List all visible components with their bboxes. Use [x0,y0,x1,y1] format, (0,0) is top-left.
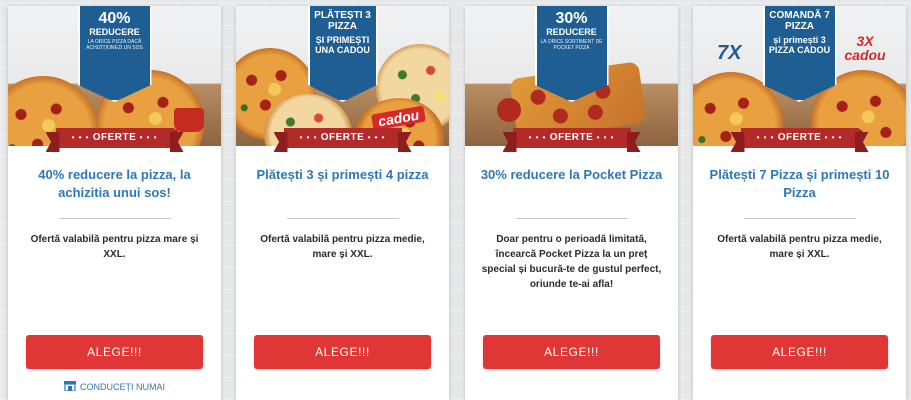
offer-description: Doar pentru o perioadă limitată, încearc… [481,234,662,290]
badge-subline: REDUCERE [89,27,140,37]
divider [515,218,628,219]
offer-description: Ofertă valabilă pentru pizza medie, mare… [260,234,425,260]
quantity-stamp: 7X [717,42,742,64]
offer-image[interactable]: 40% REDUCERE LA ORICE PIZZA DACĂ ACHIZIȚ… [8,6,221,146]
badge-headline: 40% [98,10,131,27]
offer-title[interactable]: Plătești 3 și primești 4 pizza [248,166,437,184]
sauce-cup-image [174,108,204,132]
offer-card-3: 30% REDUCERE LA ORICE SORTIMENT DE POCKE… [465,6,678,400]
offer-image[interactable]: 7X 3X cadou COMANDĂ 7 PIZZA și primești … [693,6,906,146]
badge-fineprint: LA ORICE PIZZA DACĂ ACHIZIȚIONEZI UN SOS [86,39,143,51]
badge-headline: 30% [555,10,588,27]
offer-description: Ofertă valabilă pentru pizza medie, mare… [717,234,882,260]
offer-card-1: 40% REDUCERE LA ORICE PIZZA DACĂ ACHIZIȚ… [8,6,221,400]
choose-button[interactable]: ALEGE!!! [711,335,888,369]
offer-badge: 30% REDUCERE LA ORICE SORTIMENT DE POCKE… [534,6,609,102]
choose-button[interactable]: ALEGE!!! [254,335,431,369]
choose-button[interactable]: ALEGE!!! [483,335,660,369]
offers-ribbon: • • • OFERTE • • • [512,128,631,148]
choose-button[interactable]: ALEGE!!! [26,335,203,369]
offers-ribbon: • • • OFERTE • • • [55,128,174,148]
offers-ribbon: • • • OFERTE • • • [740,128,859,148]
offers-ribbon: • • • OFERTE • • • [283,128,402,148]
offer-badge: COMANDĂ 7 PIZZA și primești 3 PIZZA CADO… [762,6,837,102]
offer-description: Ofertă valabilă pentru pizza mare și XXL… [30,234,199,260]
divider [58,218,171,219]
pepperoni-image [497,98,521,122]
offer-badge: PLĂTEȘTI 3 PIZZA ȘI PRIMEȘTI UNA CADOU [307,6,378,102]
offer-badge: 40% REDUCERE LA ORICE PIZZA DACĂ ACHIZIȚ… [77,6,152,102]
offer-card-2: PLĂTEȘTI 3 PIZZA ȘI PRIMEȘTI UNA CADOU c… [236,6,449,400]
store-icon [64,381,76,391]
offer-card-4: 7X 3X cadou COMANDĂ 7 PIZZA și primești … [693,6,906,400]
offer-title[interactable]: 30% reducere la Pocket Pizza [477,166,666,184]
divider [286,218,399,219]
gift-stamp: 3X cadou [844,33,886,63]
offer-image[interactable]: 30% REDUCERE LA ORICE SORTIMENT DE POCKE… [465,6,678,146]
badge-subline: și primești 3 PIZZA CADOU [768,35,831,55]
badge-subline: REDUCERE [546,27,597,37]
badge-headline: PLĂTEȘTI 3 PIZZA [314,10,371,32]
offer-title[interactable]: 40% reducere la pizza, la achizitia unui… [20,166,209,202]
delivery-only-link[interactable]: CONDUCEȚI NUMAI [8,381,221,392]
badge-fineprint: LA ORICE SORTIMENT DE POCKET PIZZA [540,39,603,51]
badge-headline: COMANDĂ 7 PIZZA [769,10,830,32]
divider [743,218,856,219]
offer-image[interactable]: PLĂTEȘTI 3 PIZZA ȘI PRIMEȘTI UNA CADOU c… [236,6,449,146]
offer-title[interactable]: Plătești 7 Pizza și primești 10 Pizza [705,166,894,202]
badge-subline: ȘI PRIMEȘTI UNA CADOU [315,35,370,55]
